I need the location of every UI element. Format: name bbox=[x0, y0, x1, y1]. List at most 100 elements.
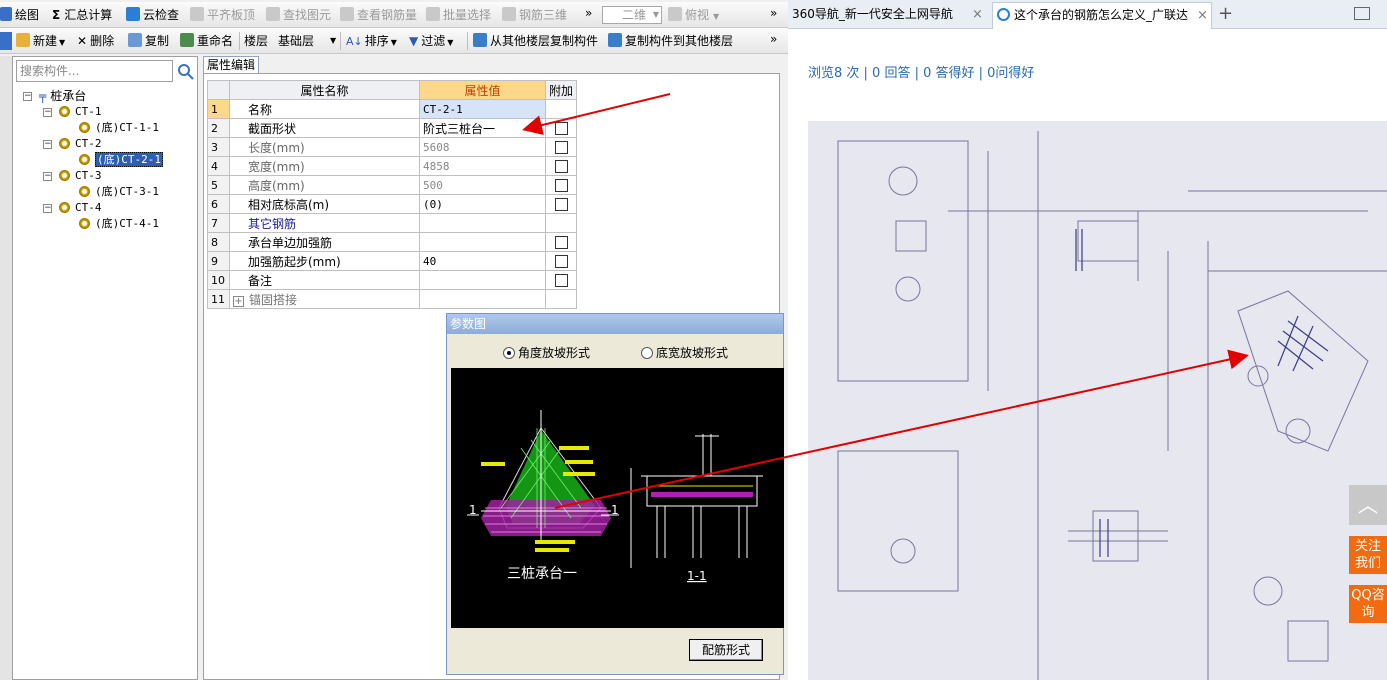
property-row[interactable]: 7 其它钢筋 bbox=[207, 213, 578, 233]
property-value[interactable]: 阶式三桩台一 bbox=[419, 118, 546, 138]
gear-icon bbox=[59, 202, 70, 213]
extra-checkbox[interactable] bbox=[544, 232, 578, 252]
property-value[interactable]: 40 bbox=[419, 251, 546, 271]
row-index: 1 bbox=[207, 99, 230, 119]
rebar-form-button[interactable]: 配筋形式 bbox=[689, 639, 763, 661]
calc-button[interactable]: Σ 汇总计算 bbox=[52, 6, 112, 24]
batch-select-button[interactable]: 批量选择 bbox=[426, 6, 491, 24]
qq-consult-button[interactable]: QQ咨询 bbox=[1349, 585, 1387, 623]
copy-to-other-floor-button[interactable]: 复制构件到其他楼层 bbox=[608, 32, 733, 50]
collapse-icon[interactable]: − bbox=[43, 108, 52, 117]
property-value[interactable]: (0) bbox=[419, 194, 546, 214]
flush-slab-button[interactable]: 平齐板顶 bbox=[190, 6, 255, 24]
tree-node-ct1[interactable]: CT-1 bbox=[59, 104, 102, 120]
property-row[interactable]: 8 承台单边加强筋 bbox=[207, 232, 578, 252]
property-value[interactable]: CT-2-1 bbox=[419, 99, 546, 119]
tree-node-ct4[interactable]: CT-4 bbox=[59, 200, 102, 216]
new-button[interactable]: 新建 ▼ bbox=[16, 32, 65, 50]
find-element-button[interactable]: 查找图元 bbox=[266, 6, 331, 24]
toolbar1-more-right[interactable]: » bbox=[770, 4, 777, 22]
property-row[interactable]: 4 宽度(mm) 4858 bbox=[207, 156, 578, 176]
tree-leaf-ct4-1[interactable]: (底)CT-4-1 bbox=[79, 216, 159, 232]
extra-checkbox[interactable] bbox=[544, 175, 578, 195]
delete-button[interactable]: ✕ 删除 bbox=[77, 32, 114, 50]
cloud-check-button[interactable]: 云检查 bbox=[126, 6, 179, 24]
property-row[interactable]: 2 截面形状 阶式三桩台一 bbox=[207, 118, 578, 138]
rename-button[interactable]: 重命名 bbox=[180, 32, 233, 50]
copy-button[interactable]: 复制 bbox=[128, 32, 169, 50]
property-value[interactable] bbox=[419, 232, 546, 252]
property-name: 名称 bbox=[229, 99, 420, 119]
new-tab-button[interactable]: + bbox=[1218, 3, 1233, 24]
property-value[interactable] bbox=[419, 289, 546, 309]
floor-select[interactable]: 基础层 ▼ bbox=[278, 32, 338, 50]
checkbox[interactable] bbox=[554, 160, 568, 173]
view-rebar-button[interactable]: 查看钢筋量 bbox=[340, 6, 417, 24]
tree-node-ct2[interactable]: CT-2 bbox=[59, 136, 102, 152]
extra-checkbox[interactable] bbox=[544, 251, 578, 271]
tab-property-edit[interactable]: 属性编辑 bbox=[203, 56, 259, 74]
property-value[interactable]: 500 bbox=[419, 175, 546, 195]
chevron-down-icon: ▼ bbox=[713, 12, 720, 21]
draw-button[interactable]: 绘图 bbox=[0, 6, 39, 24]
property-value[interactable]: 4858 bbox=[419, 156, 546, 176]
radio-angle-slope[interactable]: 角度放坡形式 bbox=[503, 344, 590, 361]
tree-leaf-ct3-1[interactable]: (底)CT-3-1 bbox=[79, 184, 159, 200]
extra-checkbox[interactable] bbox=[544, 194, 578, 214]
collapse-icon[interactable]: − bbox=[43, 172, 52, 181]
collapse-icon[interactable]: − bbox=[43, 140, 52, 149]
calc-label: 汇总计算 bbox=[64, 8, 113, 22]
view-angle-button[interactable]: 俯视 ▼ bbox=[668, 6, 719, 24]
follow-us-button[interactable]: 关注我们 bbox=[1349, 536, 1387, 574]
property-row[interactable]: 9 加强筋起步(mm) 40 bbox=[207, 251, 578, 271]
toolbar2-more[interactable]: » bbox=[770, 30, 777, 48]
property-row[interactable]: 11 + 锚固搭接 bbox=[207, 289, 578, 309]
ie-icon bbox=[997, 8, 1010, 21]
rebar-3d-button[interactable]: 钢筋三维 bbox=[502, 6, 567, 24]
checkbox[interactable] bbox=[554, 179, 568, 192]
filter-button[interactable]: ▼ 过滤 ▼ bbox=[409, 32, 453, 50]
property-value[interactable] bbox=[419, 270, 546, 290]
extra-checkbox[interactable] bbox=[544, 118, 578, 138]
tab-list-icon[interactable] bbox=[1354, 7, 1370, 20]
property-value[interactable]: 5608 bbox=[419, 137, 546, 157]
checkbox[interactable] bbox=[554, 198, 568, 211]
tree-leaf-label: (底)CT-1-1 bbox=[95, 121, 159, 134]
browser-tab-active[interactable]: 这个承台的钢筋怎么定义_广联达 × bbox=[992, 2, 1212, 29]
checkbox[interactable] bbox=[554, 236, 568, 249]
view-mode-select[interactable]: 二维 ▼ bbox=[602, 6, 662, 24]
extra-checkbox[interactable] bbox=[544, 270, 578, 290]
property-row[interactable]: 5 高度(mm) 500 bbox=[207, 175, 578, 195]
tree-root[interactable]: ╤ 桩承台 bbox=[39, 88, 86, 104]
collapse-icon[interactable]: − bbox=[23, 92, 32, 101]
property-value[interactable] bbox=[419, 213, 546, 233]
copy-from-other-label: 从其他楼层复制构件 bbox=[490, 34, 599, 48]
close-icon[interactable]: × bbox=[972, 2, 983, 27]
extra-checkbox[interactable] bbox=[544, 156, 578, 176]
browser-tab-360nav[interactable]: 360导航_新一代安全上网导航 × bbox=[788, 2, 988, 29]
collapse-icon[interactable]: − bbox=[43, 204, 52, 213]
radio-width-slope[interactable]: 底宽放坡形式 bbox=[641, 344, 728, 361]
tree-leaf-ct1-1[interactable]: (底)CT-1-1 bbox=[79, 120, 159, 136]
tree-leaf-ct2-1[interactable]: (底)CT-2-1 bbox=[79, 152, 163, 168]
property-row[interactable]: 1 名称 CT-2-1 bbox=[207, 99, 578, 119]
property-row[interactable]: 10 备注 bbox=[207, 270, 578, 290]
tree-node-ct3[interactable]: CT-3 bbox=[59, 168, 102, 184]
property-row[interactable]: 3 长度(mm) 5608 bbox=[207, 137, 578, 157]
checkbox[interactable] bbox=[554, 122, 568, 135]
checkbox[interactable] bbox=[554, 141, 568, 154]
toolbar1-more-left[interactable]: » bbox=[585, 4, 592, 22]
checkbox[interactable] bbox=[554, 274, 568, 287]
sort-button[interactable]: A↓ 排序 ▼ bbox=[346, 32, 397, 50]
checkbox[interactable] bbox=[554, 255, 568, 268]
close-icon[interactable]: × bbox=[1197, 3, 1208, 28]
copy-from-other-floor-button[interactable]: 从其他楼层复制构件 bbox=[473, 32, 598, 50]
expand-icon[interactable]: + bbox=[233, 295, 244, 307]
property-row[interactable]: 6 相对底标高(m) (0) bbox=[207, 194, 578, 214]
search-icon[interactable] bbox=[175, 60, 197, 82]
side-panel-strip bbox=[0, 32, 12, 50]
search-input[interactable]: 搜索构件... bbox=[16, 60, 173, 82]
extra-checkbox[interactable] bbox=[544, 137, 578, 157]
back-to-top-button[interactable]: ︿ bbox=[1349, 485, 1387, 525]
section-mark-left: 1 bbox=[469, 503, 477, 517]
